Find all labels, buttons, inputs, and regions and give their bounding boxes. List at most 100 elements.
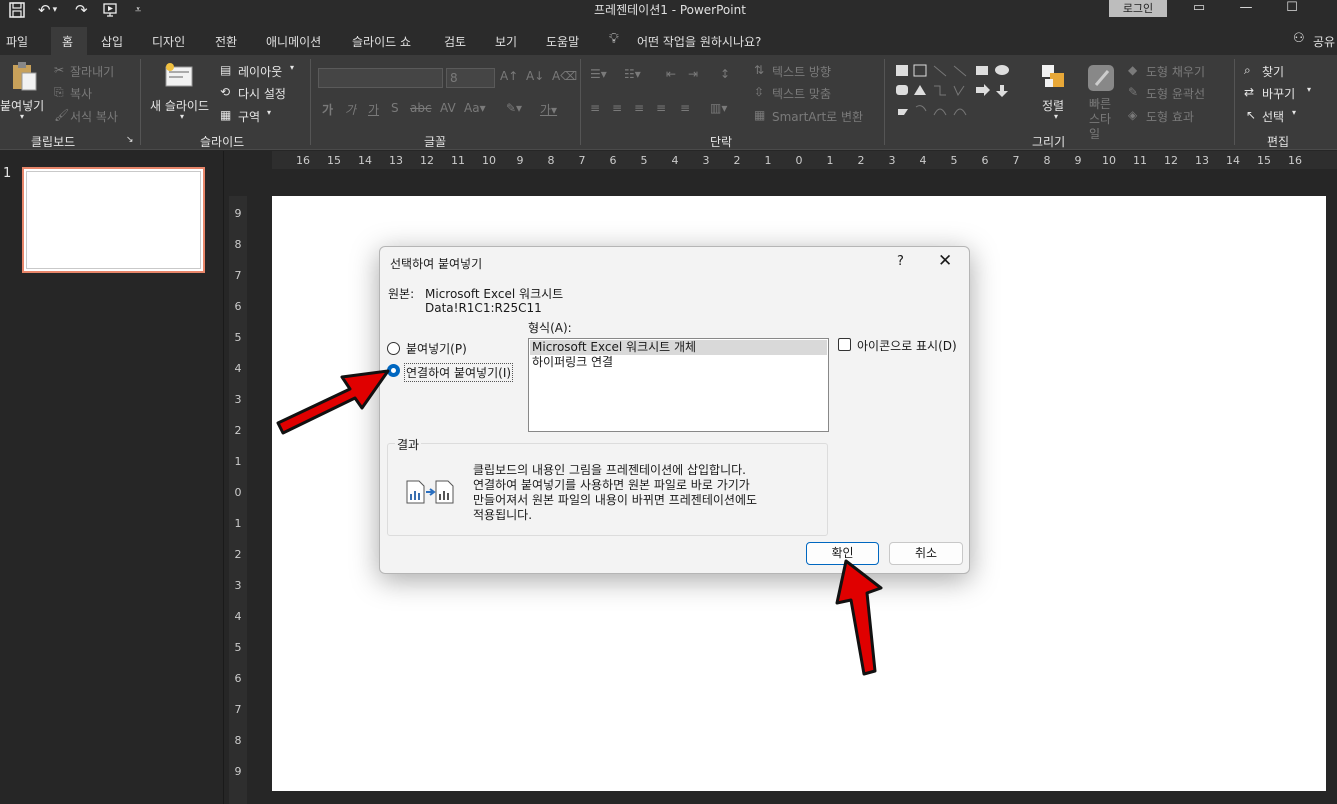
clear-formatting-icon[interactable]: A⌫ — [552, 69, 577, 83]
arrange-dropdown-icon[interactable]: ▾ — [1054, 112, 1058, 121]
paste-radio[interactable] — [387, 342, 400, 355]
cut-button[interactable]: 잘라내기 — [70, 63, 114, 80]
display-as-icon-checkbox[interactable] — [838, 338, 851, 351]
select-button[interactable]: 선택 — [1262, 108, 1284, 125]
maximize-icon[interactable]: ☐ — [1282, 0, 1302, 16]
tell-me-search[interactable]: 어떤 작업을 원하시나요? — [637, 33, 761, 50]
justify-icon[interactable]: ≡ — [656, 101, 666, 115]
paste-radio-label[interactable]: 붙여넣기(P) — [406, 340, 467, 357]
line-spacing-icon[interactable]: ↕ — [720, 67, 730, 81]
tab-animations[interactable]: 애니메이션 — [266, 33, 321, 50]
shape-effects-button[interactable]: 도형 효과 — [1146, 108, 1194, 125]
format-listbox[interactable]: Microsoft Excel 워크시트 개체 하이퍼링크 연결 — [528, 338, 829, 432]
quick-styles-button[interactable]: 빠른 스타일 — [1089, 97, 1121, 142]
svg-text:13: 13 — [1195, 154, 1209, 167]
convert-smartart-button[interactable]: SmartArt로 변환 — [772, 108, 863, 125]
font-color-icon[interactable]: 가▾ — [540, 101, 557, 118]
format-painter-button[interactable]: 서식 복사 — [70, 108, 118, 125]
distribute-icon[interactable]: ≡ — [680, 101, 690, 115]
align-right-icon[interactable]: ≡ — [634, 101, 644, 115]
shadow-icon[interactable]: S — [391, 101, 399, 115]
paste-dropdown-icon[interactable]: ▾ — [20, 112, 24, 121]
display-as-icon-label[interactable]: 아이콘으로 표시(D) — [857, 337, 957, 354]
replace-icon: ⇄ — [1244, 85, 1255, 99]
redo-icon[interactable]: ↷ — [75, 0, 88, 20]
horizontal-ruler[interactable]: 16 15 14 13 12 11 10 9 8 7 6 5 4 3 2 1 0 1 2 3 4 5 6 7 8 9 10 11 12 1… — [272, 151, 1337, 169]
tab-review[interactable]: 검토 — [444, 33, 466, 50]
tab-insert[interactable]: 삽입 — [101, 33, 123, 50]
select-dropdown-icon[interactable]: ▾ — [1292, 108, 1296, 117]
align-left-icon[interactable]: ≡ — [590, 101, 600, 115]
decrease-indent-icon[interactable]: ⇤ — [666, 67, 676, 81]
layout-button[interactable]: 레이아웃 — [238, 63, 282, 80]
dialog-close-icon[interactable]: ✕ — [938, 251, 952, 271]
align-center-icon[interactable]: ≡ — [612, 101, 622, 115]
align-text-button[interactable]: 텍스트 맞춤 — [772, 85, 831, 102]
find-button[interactable]: 찾기 — [1262, 63, 1284, 80]
minimize-icon[interactable]: — — [1236, 0, 1256, 16]
section-button[interactable]: 구역 — [238, 108, 260, 125]
quick-styles-icon[interactable] — [1086, 63, 1116, 96]
increase-indent-icon[interactable]: ⇥ — [688, 67, 698, 81]
start-from-beginning-icon[interactable] — [102, 0, 120, 20]
italic-icon[interactable]: 가 — [345, 101, 356, 118]
clipboard-launcher-icon[interactable]: ↘ — [126, 135, 134, 145]
tab-home[interactable]: 홈 — [62, 33, 73, 50]
replace-dropdown-icon[interactable]: ▾ — [1307, 85, 1311, 94]
shape-outline-button[interactable]: 도형 윤곽선 — [1146, 85, 1205, 102]
select-icon: ↖ — [1246, 108, 1257, 122]
dialog-help-button[interactable]: ? — [897, 254, 904, 269]
tab-transitions[interactable]: 전환 — [215, 33, 237, 50]
svg-text:2: 2 — [734, 154, 741, 167]
copy-button[interactable]: 복사 — [70, 85, 92, 102]
group-separator — [1234, 59, 1235, 145]
increase-font-icon[interactable]: A↑ — [500, 69, 518, 83]
reset-button[interactable]: 다시 설정 — [238, 85, 286, 102]
bold-icon[interactable]: 가 — [322, 101, 333, 118]
decrease-font-icon[interactable]: A↓ — [526, 69, 544, 83]
underline-icon[interactable]: 가 — [368, 101, 379, 118]
layout-dropdown-icon[interactable]: ▾ — [290, 63, 294, 72]
numbering-icon[interactable]: ☷▾ — [624, 67, 641, 81]
highlight-icon[interactable]: ✎▾ — [506, 101, 522, 115]
align-text-icon: ⇳ — [754, 85, 765, 99]
save-icon[interactable] — [8, 0, 26, 20]
slide-thumbnail[interactable] — [22, 167, 205, 273]
vertical-ruler[interactable]: 9 8 7 6 5 4 3 2 1 0 1 2 3 4 5 6 7 8 9 — [229, 196, 247, 804]
change-case-icon[interactable]: Aa▾ — [464, 101, 486, 115]
svg-text:2: 2 — [858, 154, 865, 167]
tab-file[interactable]: 파일 — [6, 33, 28, 50]
undo-icon[interactable]: ↶ ▾ — [38, 0, 57, 20]
tab-help[interactable]: 도움말 — [546, 33, 579, 50]
ribbon-display-options-icon[interactable]: ▭ — [1189, 0, 1209, 16]
replace-button[interactable]: 바꾸기 — [1262, 85, 1295, 102]
new-slide-dropdown-icon[interactable]: ▾ — [180, 112, 184, 121]
text-direction-button[interactable]: 텍스트 방향 — [772, 63, 831, 80]
bullets-icon[interactable]: ☰▾ — [590, 67, 607, 81]
new-slide-icon[interactable] — [164, 61, 196, 92]
section-dropdown-icon[interactable]: ▾ — [267, 108, 271, 117]
tab-view[interactable]: 보기 — [495, 33, 517, 50]
format-option-excel-object[interactable]: Microsoft Excel 워크시트 개체 — [530, 340, 827, 355]
customize-qat-icon[interactable]: ⩡ — [135, 0, 141, 20]
svg-text:7: 7 — [579, 154, 586, 167]
svg-text:8: 8 — [235, 238, 242, 251]
login-button[interactable]: 로그인 — [1109, 0, 1167, 17]
columns-icon[interactable]: ▥▾ — [710, 101, 727, 115]
share-button[interactable]: 공유 — [1313, 33, 1335, 50]
paste-icon[interactable] — [10, 61, 40, 96]
shapes-gallery[interactable] — [894, 63, 1022, 124]
paste-link-radio-label[interactable]: 연결하여 붙여넣기(I) — [404, 363, 514, 382]
char-spacing-icon[interactable]: AV — [440, 101, 456, 115]
format-option-hyperlink[interactable]: 하이퍼링크 연결 — [530, 355, 827, 370]
tab-slideshow[interactable]: 슬라이드 쇼 — [352, 33, 411, 50]
shape-fill-button[interactable]: 도형 채우기 — [1146, 63, 1205, 80]
svg-text:10: 10 — [1102, 154, 1116, 167]
strikethrough-icon[interactable]: abc — [410, 101, 432, 115]
font-name-input[interactable] — [318, 68, 443, 88]
svg-text:1: 1 — [827, 154, 834, 167]
cancel-button[interactable]: 취소 — [889, 542, 963, 565]
font-size-input[interactable]: 8 — [446, 68, 495, 88]
arrange-icon[interactable] — [1040, 63, 1068, 96]
tab-design[interactable]: 디자인 — [152, 33, 185, 50]
